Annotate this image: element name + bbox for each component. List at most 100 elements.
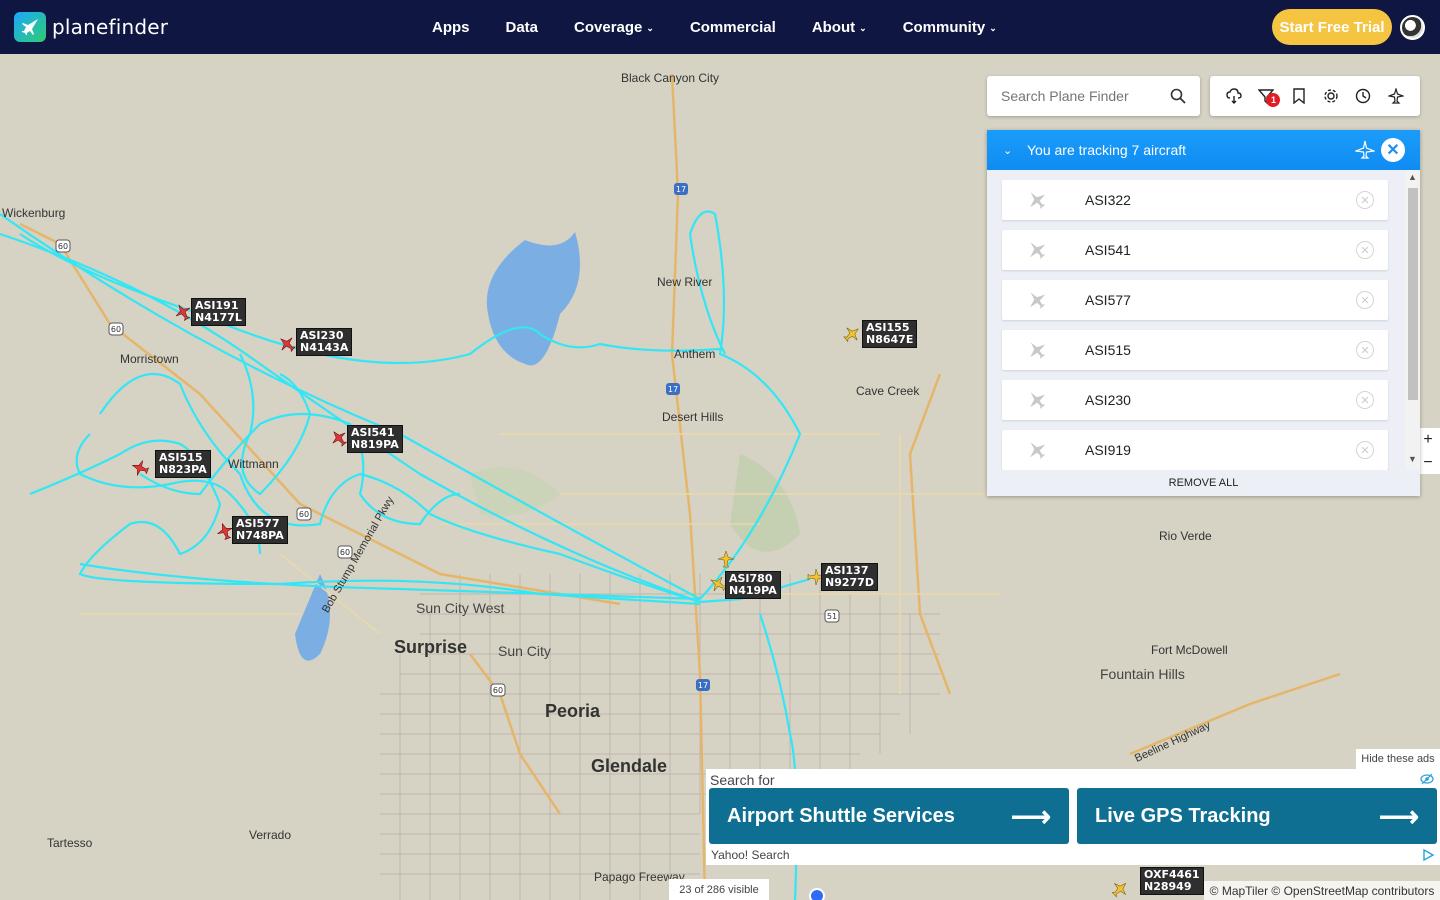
arrow-right-icon: ⟶ bbox=[1010, 801, 1051, 832]
tracked-aircraft-row[interactable]: ASI919 ✕ bbox=[1002, 430, 1388, 470]
adchoices-icon[interactable] bbox=[1422, 849, 1434, 861]
zoom-in-button[interactable]: + bbox=[1423, 431, 1432, 449]
search-icon[interactable] bbox=[1170, 88, 1186, 104]
close-tracking-button[interactable]: ✕ bbox=[1381, 138, 1405, 162]
tracked-callsign: ASI919 bbox=[1085, 442, 1131, 458]
tracked-callsign: ASI515 bbox=[1085, 342, 1131, 358]
tracked-aircraft-row[interactable]: ASI515 ✕ bbox=[1002, 330, 1388, 370]
bookmark-icon[interactable] bbox=[1289, 86, 1309, 106]
zoom-out-button[interactable]: − bbox=[1423, 454, 1432, 472]
nav-commercial[interactable]: Commercial bbox=[690, 19, 776, 36]
aircraft-label[interactable]: OXF4461 N28949 bbox=[1140, 867, 1204, 895]
ad-button-airport-shuttle[interactable]: Airport Shuttle Services ⟶ bbox=[709, 788, 1069, 844]
aircraft-settings-icon[interactable] bbox=[1386, 86, 1406, 106]
start-free-trial-button[interactable]: Start Free Trial bbox=[1272, 9, 1392, 45]
remove-tracked-icon[interactable]: ✕ bbox=[1356, 441, 1374, 459]
tracked-aircraft-row[interactable]: ASI230 ✕ bbox=[1002, 380, 1388, 420]
plane-logo-icon bbox=[14, 12, 46, 42]
aircraft-label[interactable]: ASI780 N419PA bbox=[725, 571, 781, 599]
svg-text:60: 60 bbox=[58, 242, 68, 251]
place-label: Wickenburg bbox=[2, 206, 66, 220]
ad-button-live-gps[interactable]: Live GPS Tracking ⟶ bbox=[1077, 788, 1437, 844]
user-avatar[interactable] bbox=[1400, 15, 1425, 40]
remove-tracked-icon[interactable]: ✕ bbox=[1356, 191, 1374, 209]
scroll-up-icon[interactable]: ▲ bbox=[1405, 172, 1420, 186]
place-label: Morristown bbox=[120, 352, 179, 366]
chevron-down-icon[interactable]: ⌄ bbox=[1003, 144, 1015, 157]
plane-icon bbox=[1030, 192, 1046, 209]
svg-text:51: 51 bbox=[827, 612, 837, 621]
aircraft-label[interactable]: ASI515 N823PA bbox=[155, 450, 211, 478]
remove-tracked-icon[interactable]: ✕ bbox=[1356, 291, 1374, 309]
my-location-icon bbox=[809, 888, 825, 900]
filter-badge: 1 bbox=[1266, 93, 1281, 107]
ad-provider: Yahoo! Search bbox=[711, 848, 790, 862]
place-label: Surprise bbox=[394, 637, 468, 657]
plane-icon bbox=[1030, 292, 1046, 309]
tracked-callsign: ASI322 bbox=[1085, 192, 1131, 208]
nav-about[interactable]: About ⌄ bbox=[812, 19, 867, 36]
place-label: Anthem bbox=[674, 347, 716, 361]
nav-data[interactable]: Data bbox=[506, 19, 539, 36]
search-input[interactable] bbox=[1001, 88, 1161, 104]
scrollbar-thumb[interactable] bbox=[1408, 188, 1418, 400]
plane-icon bbox=[1030, 242, 1046, 259]
tracking-panel: ⌄ You are tracking 7 aircraft ✕ ASI322 ✕… bbox=[987, 130, 1420, 496]
map-attribution[interactable]: © MapTiler © OpenStreetMap contributors bbox=[1204, 881, 1440, 900]
chevron-down-icon: ⌄ bbox=[859, 22, 867, 33]
plane-icon bbox=[1030, 442, 1046, 459]
aircraft-label[interactable]: ASI191 N4177L bbox=[191, 298, 246, 326]
ad-privacy-icon[interactable] bbox=[1420, 773, 1434, 785]
map-toolbar: 1 bbox=[1210, 76, 1420, 116]
brand-name: planefinder bbox=[52, 15, 169, 39]
settings-icon[interactable] bbox=[1321, 86, 1341, 106]
tracked-aircraft-row[interactable]: ASI322 ✕ bbox=[1002, 180, 1388, 220]
aircraft-label[interactable]: ASI577 N748PA bbox=[232, 516, 288, 544]
plane-icon bbox=[1030, 392, 1046, 409]
top-navigation-bar: planefinder Apps Data Coverage ⌄ Commerci… bbox=[0, 0, 1440, 54]
aircraft-label[interactable]: ASI230 N4143A bbox=[296, 328, 353, 356]
chevron-down-icon: ⌄ bbox=[646, 22, 654, 33]
place-label: Sun City West bbox=[416, 600, 505, 616]
place-label: Wittmann bbox=[228, 457, 279, 471]
remove-tracked-icon[interactable]: ✕ bbox=[1356, 241, 1374, 259]
svg-text:60: 60 bbox=[340, 548, 350, 557]
place-label: New River bbox=[657, 275, 713, 289]
place-label: Cave Creek bbox=[856, 384, 920, 398]
scroll-down-icon[interactable]: ▼ bbox=[1405, 454, 1420, 468]
tracking-title: You are tracking 7 aircraft bbox=[1027, 142, 1187, 158]
visible-count: 23 of 286 visible bbox=[669, 879, 769, 900]
remove-all-button[interactable]: REMOVE ALL bbox=[987, 470, 1420, 496]
place-label: Fountain Hills bbox=[1100, 666, 1185, 682]
aircraft-label[interactable]: ASI541 N819PA bbox=[347, 425, 403, 453]
place-label: Verrado bbox=[249, 828, 292, 842]
place-label: Black Canyon City bbox=[621, 71, 720, 85]
tracked-aircraft-row[interactable]: ASI577 ✕ bbox=[1002, 280, 1388, 320]
remove-tracked-icon[interactable]: ✕ bbox=[1356, 341, 1374, 359]
nav-apps[interactable]: Apps bbox=[432, 19, 470, 36]
nav-community[interactable]: Community ⌄ bbox=[903, 19, 997, 36]
filter-icon[interactable]: 1 bbox=[1256, 86, 1281, 107]
ad-search-for: Search for bbox=[710, 772, 775, 788]
history-icon[interactable] bbox=[1353, 86, 1373, 106]
hide-ads-button[interactable]: Hide these ads bbox=[1356, 749, 1440, 769]
svg-text:60: 60 bbox=[299, 510, 309, 519]
place-label: Tartesso bbox=[47, 836, 93, 850]
aircraft-label[interactable]: ASI155 N8647E bbox=[862, 320, 918, 348]
tracking-panel-header: ⌄ You are tracking 7 aircraft ✕ bbox=[987, 130, 1420, 170]
place-label: Sun City bbox=[498, 643, 551, 659]
tracked-aircraft-list[interactable]: ASI322 ✕ ASI541 ✕ ASI577 ✕ ASI515 ✕ ASI2… bbox=[987, 170, 1405, 470]
place-label: Glendale bbox=[591, 756, 668, 776]
svg-text:60: 60 bbox=[493, 686, 503, 695]
search-bar bbox=[987, 76, 1200, 116]
place-label: Fort McDowell bbox=[1151, 643, 1228, 657]
tracking-scrollbar[interactable]: ▲ ▼ bbox=[1405, 170, 1420, 470]
aircraft-label[interactable]: ASI137 N9277D bbox=[821, 563, 878, 591]
weather-icon[interactable] bbox=[1224, 86, 1244, 106]
tracked-aircraft-row[interactable]: ASI541 ✕ bbox=[1002, 230, 1388, 270]
remove-tracked-icon[interactable]: ✕ bbox=[1356, 391, 1374, 409]
nav-coverage[interactable]: Coverage ⌄ bbox=[574, 19, 654, 36]
tracked-callsign: ASI577 bbox=[1085, 292, 1131, 308]
planefinder-logo[interactable]: planefinder bbox=[14, 12, 168, 42]
place-label: Rio Verde bbox=[1159, 529, 1212, 543]
